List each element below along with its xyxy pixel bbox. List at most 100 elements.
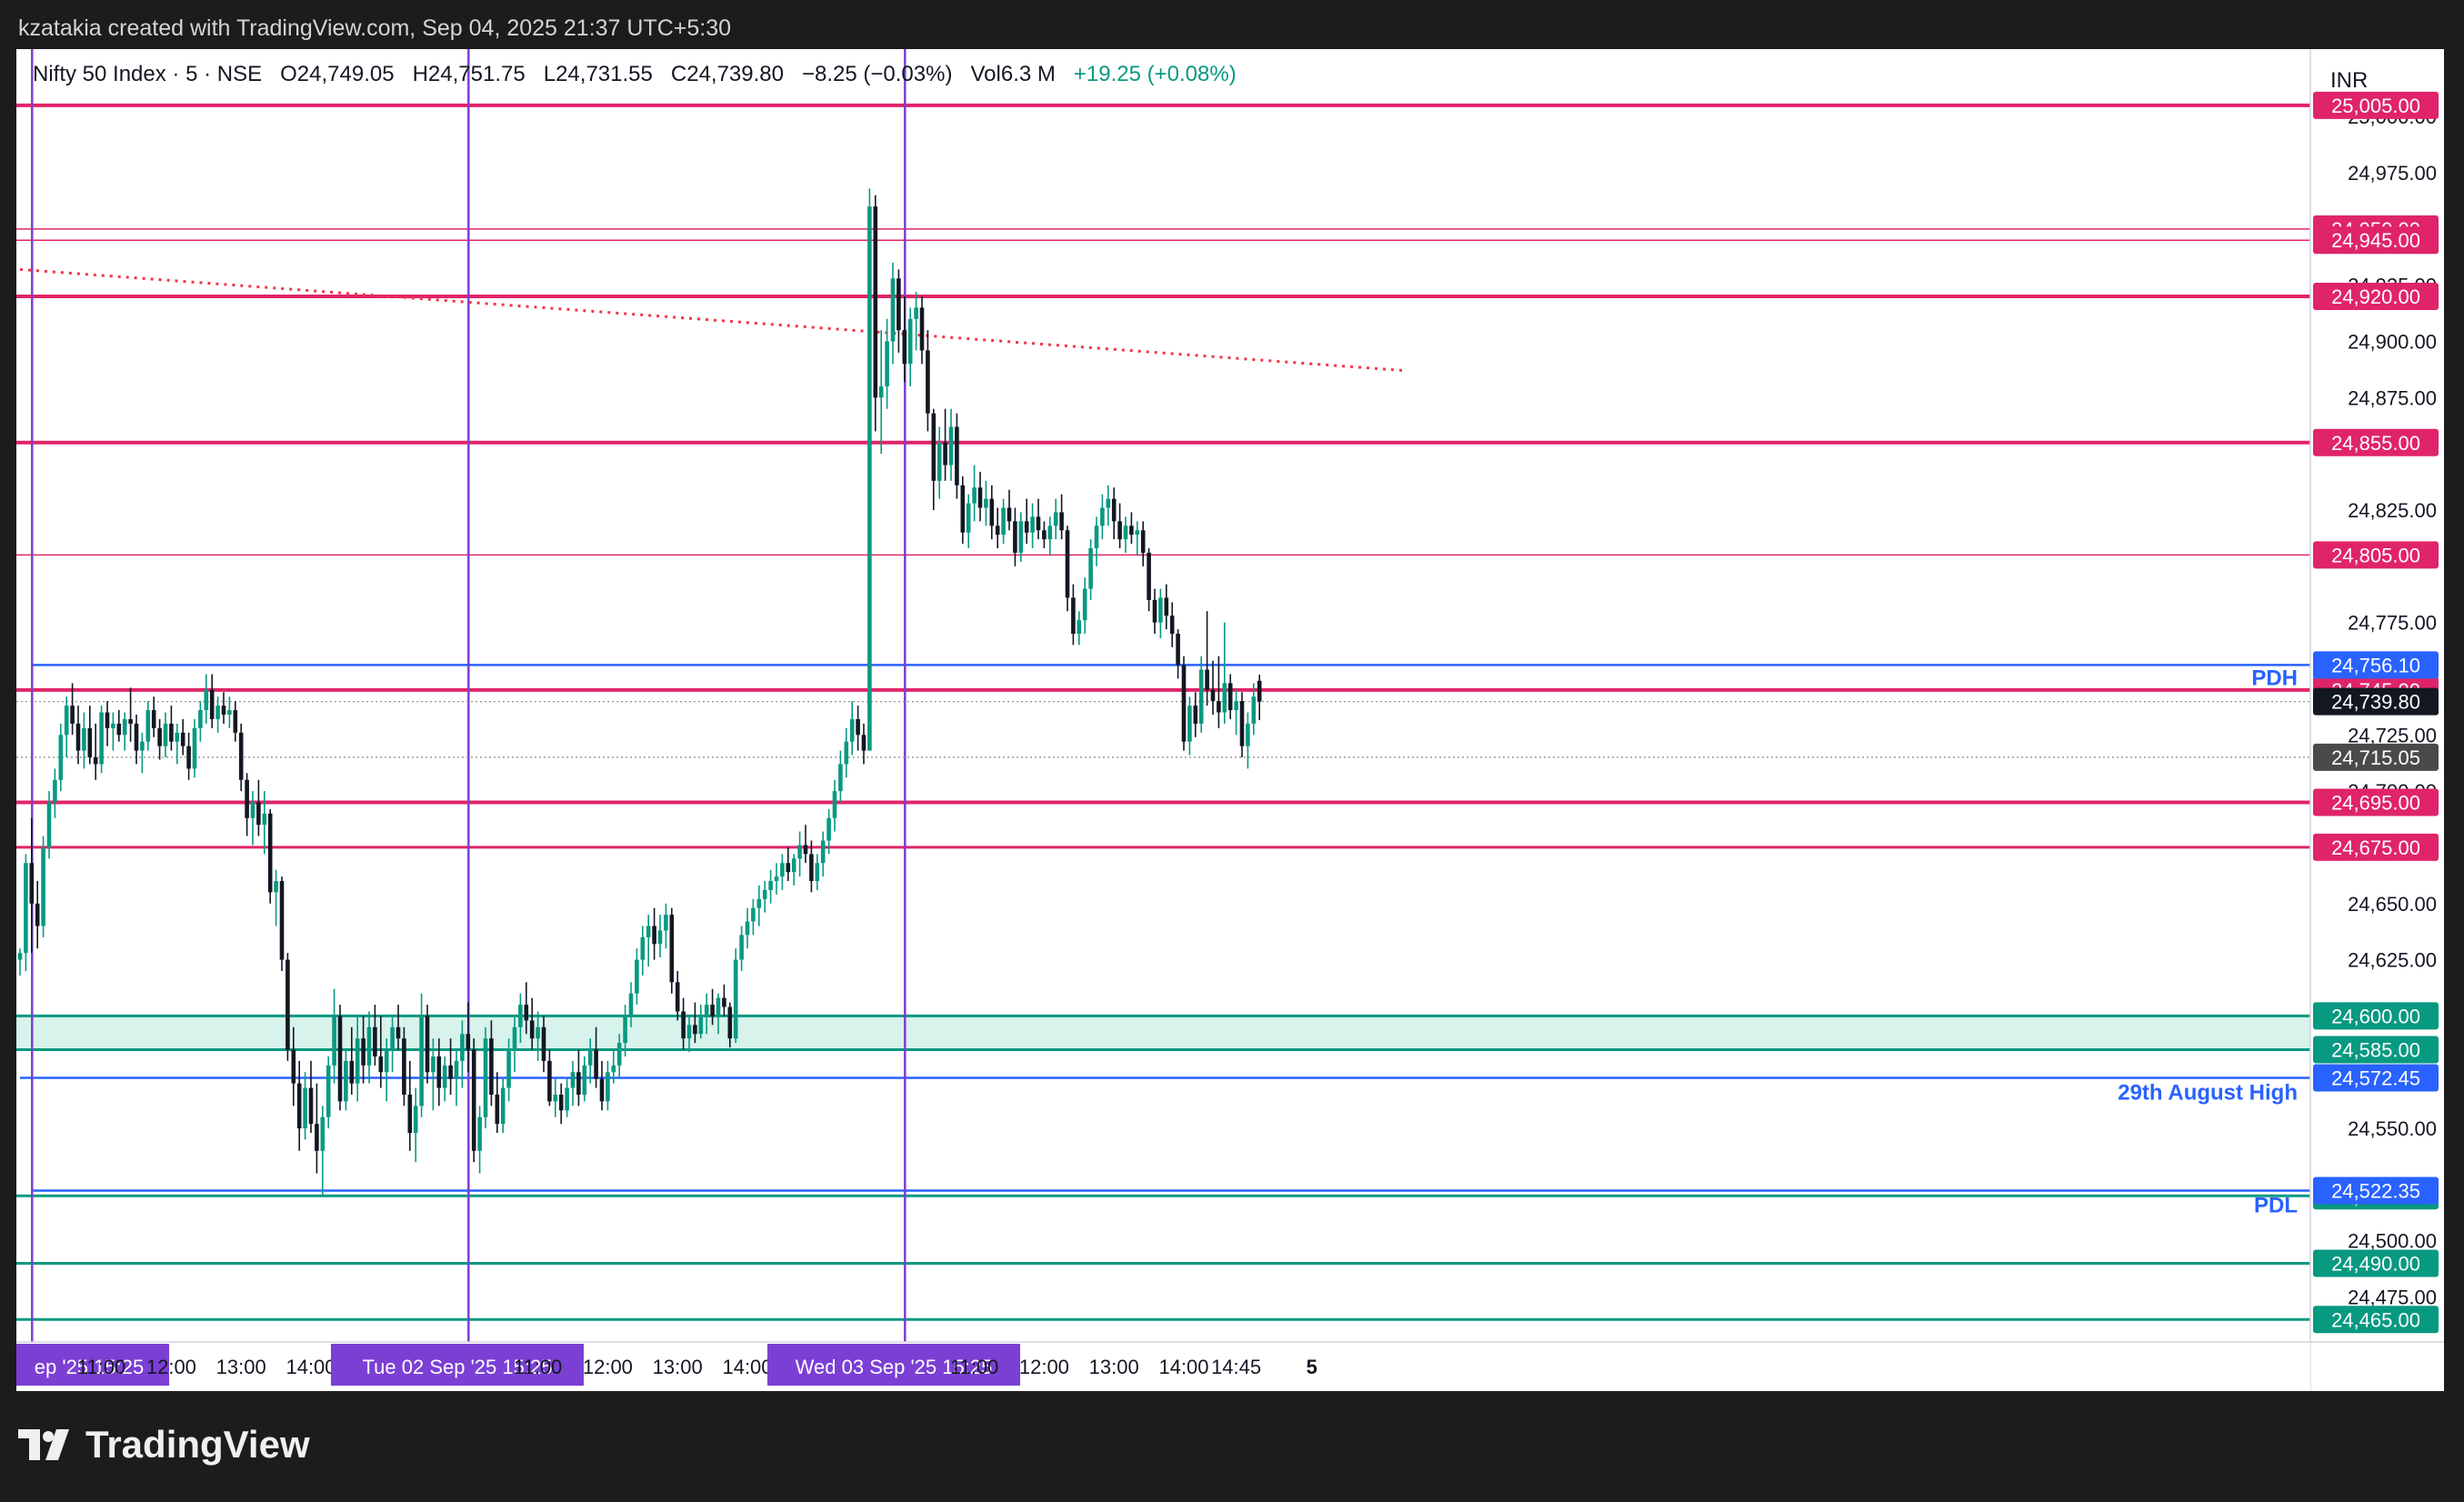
candle-body[interactable] xyxy=(937,442,942,481)
candle-body[interactable] xyxy=(151,710,156,728)
candle-body[interactable] xyxy=(233,710,238,733)
candle-body[interactable] xyxy=(460,1034,465,1061)
candle-body[interactable] xyxy=(262,813,267,826)
candle-body[interactable] xyxy=(175,732,180,742)
candle-body[interactable] xyxy=(396,1026,401,1039)
level-price-badge[interactable]: 24,920.00 xyxy=(2313,283,2439,311)
candle-body[interactable] xyxy=(657,930,663,945)
candle-body[interactable] xyxy=(815,863,820,882)
candle-body[interactable] xyxy=(1239,701,1245,746)
candle-body[interactable] xyxy=(238,732,244,780)
candle-body[interactable] xyxy=(82,727,86,751)
candle-body[interactable] xyxy=(646,926,651,937)
candle-body[interactable] xyxy=(1077,620,1082,634)
candle-body[interactable] xyxy=(344,1060,348,1102)
candle-body[interactable] xyxy=(1036,516,1041,531)
candle-body[interactable] xyxy=(931,413,937,481)
candle-body[interactable] xyxy=(75,723,81,751)
candle-body[interactable] xyxy=(727,1006,733,1039)
candle-body[interactable] xyxy=(145,710,151,742)
candle-body[interactable] xyxy=(704,1005,709,1016)
candle-body[interactable] xyxy=(1222,683,1227,713)
candle-body[interactable] xyxy=(140,741,145,751)
key-level-price-badge[interactable]: 24,756.10 xyxy=(2313,651,2439,679)
candle-body[interactable] xyxy=(1024,521,1029,533)
candle-body[interactable] xyxy=(716,997,721,1016)
candle-body[interactable] xyxy=(832,791,837,818)
candle-body[interactable] xyxy=(337,1016,343,1102)
candle-body[interactable] xyxy=(227,710,232,716)
candle-body[interactable] xyxy=(1152,599,1157,623)
candle-body[interactable] xyxy=(541,1026,546,1061)
candle-body[interactable] xyxy=(209,689,215,719)
candle-body[interactable] xyxy=(1251,696,1257,724)
candle-body[interactable] xyxy=(1013,521,1017,553)
candle-body[interactable] xyxy=(1117,521,1122,540)
candle-body[interactable] xyxy=(29,863,35,904)
candle-body[interactable] xyxy=(616,1043,622,1066)
candle-body[interactable] xyxy=(46,802,52,847)
candle-body[interactable] xyxy=(1088,548,1093,589)
candle-body[interactable] xyxy=(1140,530,1146,553)
candle-body[interactable] xyxy=(320,1116,326,1151)
candle-body[interactable] xyxy=(972,487,977,504)
candle-body[interactable] xyxy=(128,718,133,724)
candle-body[interactable] xyxy=(111,723,115,728)
candle-body[interactable] xyxy=(960,485,966,533)
candle-body[interactable] xyxy=(1059,512,1064,531)
candle-body[interactable] xyxy=(419,1016,424,1106)
last-price-badge[interactable]: 24,739.80 xyxy=(2313,687,2439,716)
candle-body[interactable] xyxy=(1001,507,1006,536)
candle-body[interactable] xyxy=(489,1038,494,1095)
candle-body[interactable] xyxy=(186,746,191,769)
candle-body[interactable] xyxy=(989,498,995,526)
candle-body[interactable] xyxy=(576,1072,581,1095)
candle-body[interactable] xyxy=(1210,689,1216,702)
candle-body[interactable] xyxy=(1164,597,1169,616)
candle-body[interactable] xyxy=(303,1087,307,1129)
candle-body[interactable] xyxy=(1147,552,1151,600)
candle-body[interactable] xyxy=(733,959,738,1039)
candle-body[interactable] xyxy=(628,993,634,1016)
candle-body[interactable] xyxy=(838,764,843,792)
level-price-badge[interactable]: 24,585.00 xyxy=(2313,1036,2439,1064)
candle-body[interactable] xyxy=(524,1005,529,1021)
candle-body[interactable] xyxy=(267,813,273,893)
candle-body[interactable] xyxy=(70,706,75,724)
candle-body[interactable] xyxy=(896,278,901,331)
candle-body[interactable] xyxy=(99,712,104,765)
candle-body[interactable] xyxy=(512,1026,517,1050)
symbol-name[interactable]: Nifty 50 Index · 5 · NSE xyxy=(33,62,262,86)
candle-body[interactable] xyxy=(856,718,860,736)
candle-body[interactable] xyxy=(448,1065,453,1079)
candlestick-chart[interactable]: PDH 29th August High PDL INR25,000.0024,975… xyxy=(16,49,2444,1391)
candle-body[interactable] xyxy=(809,854,814,882)
candle-body[interactable] xyxy=(669,915,675,983)
candle-body[interactable] xyxy=(93,757,98,765)
candle-body[interactable] xyxy=(675,982,680,1012)
candle-body[interactable] xyxy=(547,1060,552,1102)
candle-body[interactable] xyxy=(1198,669,1204,724)
candle-body[interactable] xyxy=(274,881,278,893)
candle-body[interactable] xyxy=(105,712,110,728)
candle-body[interactable] xyxy=(762,889,767,899)
candle-body[interactable] xyxy=(1100,507,1105,526)
candle-body[interactable] xyxy=(553,1094,558,1102)
candle-body[interactable] xyxy=(1234,701,1238,711)
candle-body[interactable] xyxy=(41,846,45,926)
candle-body[interactable] xyxy=(599,1078,605,1102)
candle-body[interactable] xyxy=(180,732,185,746)
candle-body[interactable] xyxy=(966,503,971,533)
candle-body[interactable] xyxy=(745,921,750,936)
candle-body[interactable] xyxy=(861,735,866,751)
candle-body[interactable] xyxy=(820,840,826,864)
candle-body[interactable] xyxy=(826,817,831,841)
candle-body[interactable] xyxy=(780,863,785,877)
candle-body[interactable] xyxy=(1193,706,1198,724)
candle-body[interactable] xyxy=(279,881,285,960)
candle-body[interactable] xyxy=(24,863,28,954)
candle-body[interactable] xyxy=(867,206,872,751)
candle-body[interactable] xyxy=(984,498,988,508)
level-price-badge[interactable]: 24,945.00 xyxy=(2313,226,2439,255)
candle-body[interactable] xyxy=(751,907,756,922)
